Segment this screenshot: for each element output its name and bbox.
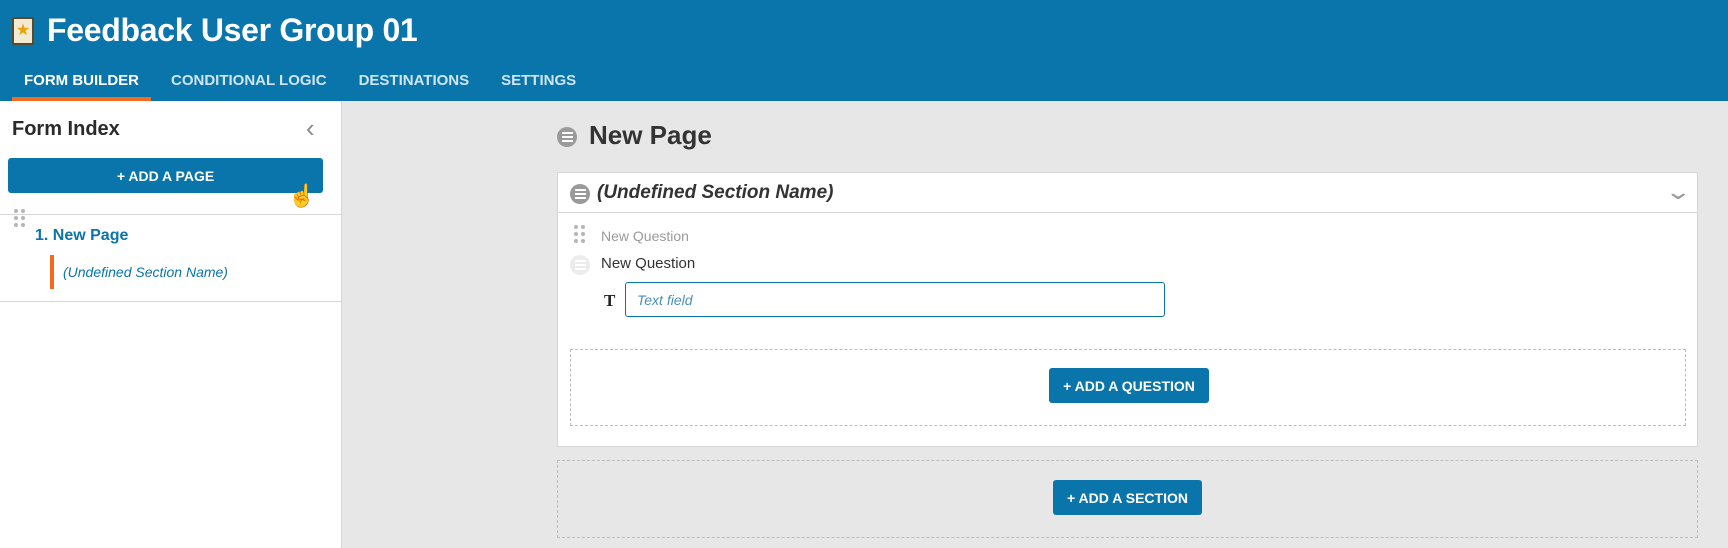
question-drop-zone: + ADD A QUESTION xyxy=(570,349,1686,426)
sidebar-section-item[interactable]: (Undefined Section Name) xyxy=(63,264,228,280)
add-page-button[interactable]: + ADD A PAGE xyxy=(8,158,323,193)
sidebar-page-item[interactable]: 1. New Page xyxy=(35,227,128,245)
tab-conditional-logic[interactable]: CONDITIONAL LOGIC xyxy=(159,64,339,101)
tab-destinations[interactable]: DESTINATIONS xyxy=(347,64,482,101)
chevron-left-icon[interactable]: ‹ xyxy=(306,115,315,141)
chevron-down-icon[interactable]: ⌄ xyxy=(1664,179,1692,205)
drag-handle-icon[interactable] xyxy=(574,225,585,243)
section-menu-icon[interactable] xyxy=(570,184,590,204)
text-type-icon: T xyxy=(604,291,616,310)
section-title: (Undefined Section Name) xyxy=(597,182,834,203)
question-ghost-label: New Question xyxy=(601,228,689,244)
page-title: New Page xyxy=(589,120,712,150)
page-menu-icon[interactable] xyxy=(557,127,577,147)
add-section-button[interactable]: + ADD A SECTION xyxy=(1053,480,1202,515)
tab-form-builder[interactable]: FORM BUILDER xyxy=(12,64,151,101)
tab-settings[interactable]: SETTINGS xyxy=(489,64,588,101)
tab-bar: FORM BUILDER CONDITIONAL LOGIC DESTINATI… xyxy=(12,64,596,101)
sidebar-title: Form Index xyxy=(12,118,120,140)
drag-handle-icon[interactable] xyxy=(14,209,25,227)
question-menu-icon[interactable] xyxy=(570,255,590,275)
section-indicator xyxy=(50,255,54,289)
star-badge-icon: ★ xyxy=(12,17,34,45)
divider xyxy=(0,214,342,215)
app-header: ★ Feedback User Group 01 FORM BUILDER CO… xyxy=(0,0,1728,101)
section-drop-zone: + ADD A SECTION xyxy=(557,460,1698,538)
divider xyxy=(0,301,342,302)
form-title: Feedback User Group 01 xyxy=(47,12,418,48)
hand-pointer-cursor-icon: ☝ xyxy=(288,183,316,208)
section-card: (Undefined Section Name) ⌄ New Question … xyxy=(557,172,1698,447)
section-header[interactable]: (Undefined Section Name) ⌄ xyxy=(558,173,1697,213)
add-question-button[interactable]: + ADD A QUESTION xyxy=(1049,368,1209,403)
form-index-sidebar: Form Index ‹ + ADD A PAGE 1. New Page (U… xyxy=(0,101,342,548)
question-label: New Question xyxy=(601,255,696,272)
text-field-input[interactable] xyxy=(625,282,1165,317)
